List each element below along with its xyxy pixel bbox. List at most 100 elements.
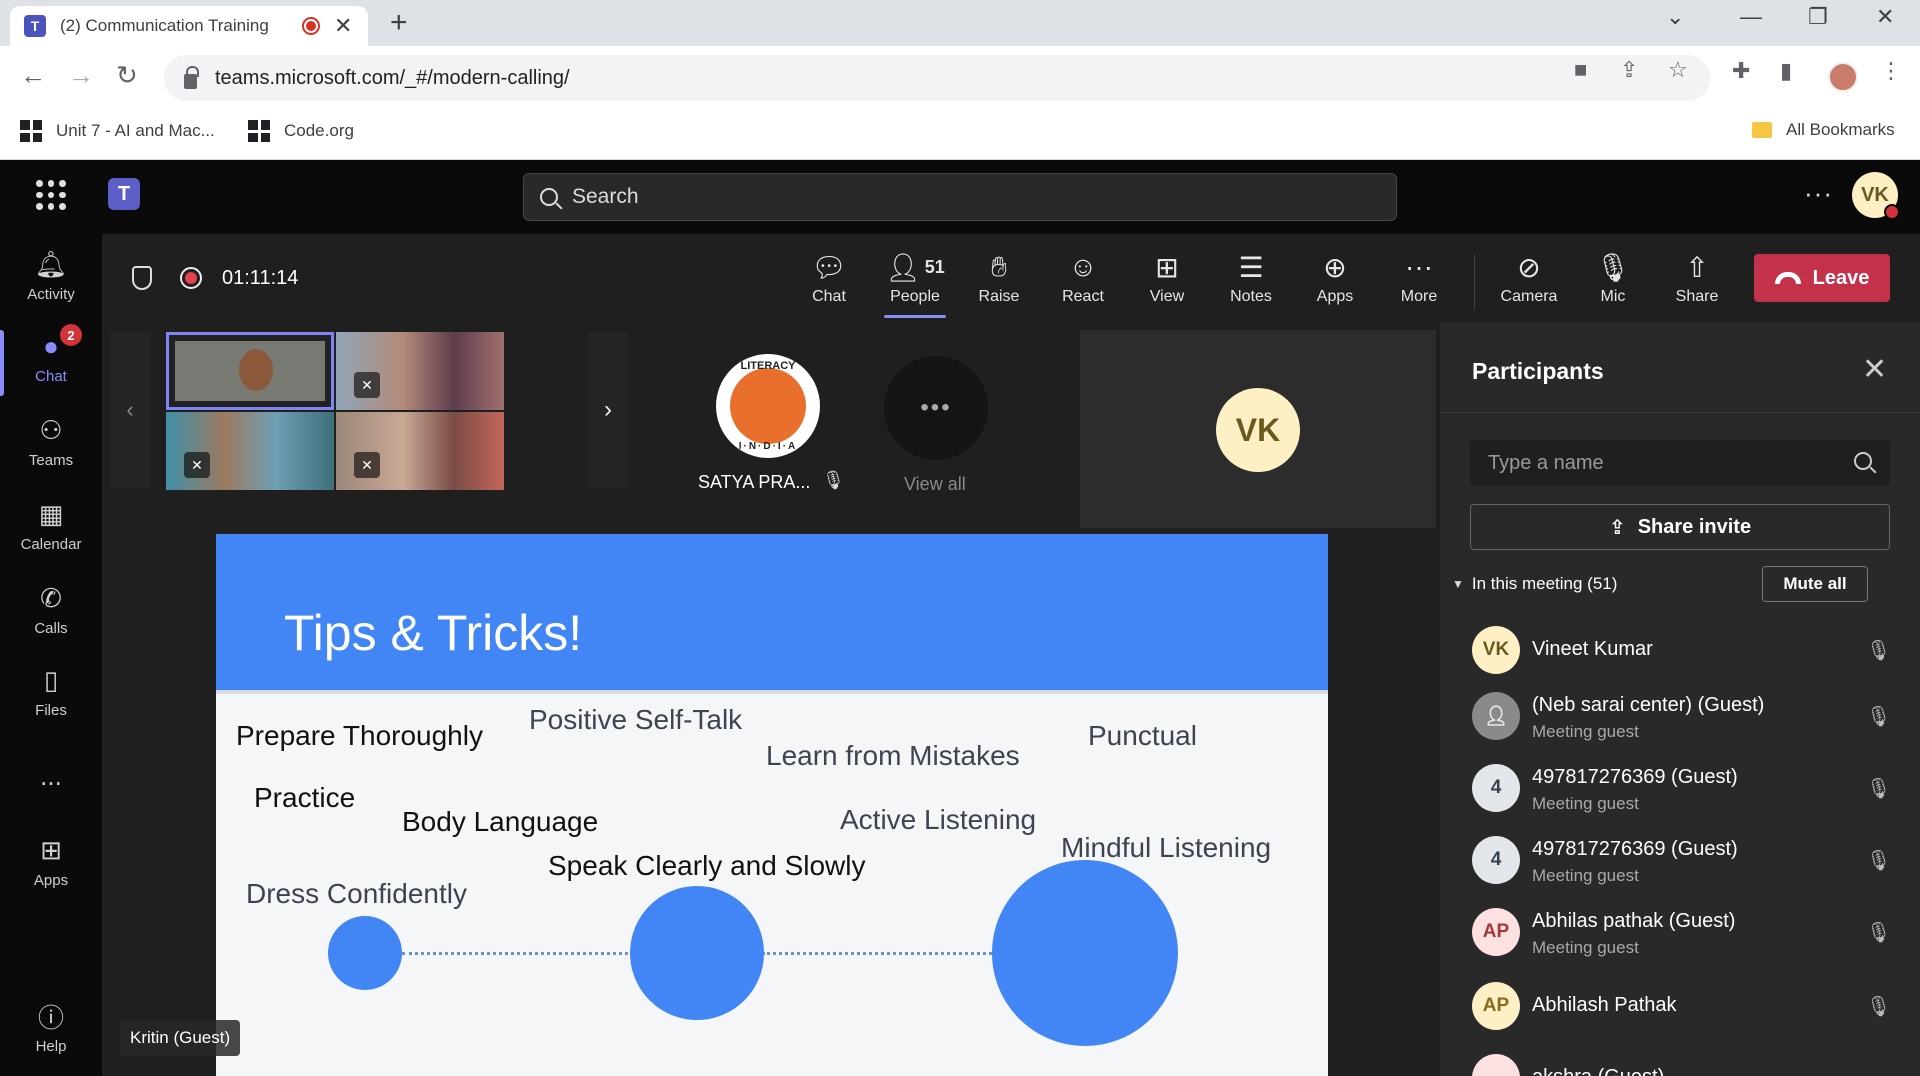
participant-row[interactable]: 4 497817276369 (Guest) Meeting guest 🎙︎ <box>1470 756 1891 820</box>
in-meeting-section-toggle[interactable]: ▼ In this meeting (51) <box>1452 574 1617 594</box>
rail-apps[interactable]: ⊞ Apps <box>0 834 102 914</box>
bookmark-star-icon[interactable]: ☆ <box>1668 57 1688 83</box>
toolbar-camera-button[interactable]: ⊘ Camera <box>1488 248 1570 318</box>
participant-row[interactable]: akshra (Guest) <box>1470 1046 1890 1076</box>
minimize-icon[interactable]: — <box>1740 4 1762 30</box>
tab-search-icon[interactable]: ⌄ <box>1666 4 1684 30</box>
leave-label: Leave <box>1812 266 1870 289</box>
video-tile[interactable] <box>166 332 334 410</box>
view-all-button[interactable]: ••• <box>884 356 988 460</box>
share-page-icon[interactable]: ⇪ <box>1620 57 1638 83</box>
participant-name: (Neb sarai center) (Guest) <box>1532 694 1765 716</box>
toolbar-share-button[interactable]: ⇧ Share <box>1656 248 1738 318</box>
search-input[interactable]: Search <box>523 173 1397 221</box>
video-tile[interactable]: ✕ <box>336 332 504 410</box>
participant-role: Meeting guest <box>1532 794 1639 813</box>
all-bookmarks[interactable]: All Bookmarks <box>1752 120 1895 140</box>
rail-calendar[interactable]: ▦ Calendar <box>0 498 102 578</box>
gallery-next-button[interactable]: › <box>588 332 628 488</box>
camera-blocked-icon[interactable]: ■ <box>1574 57 1587 83</box>
participant-row[interactable]: 👤︎ (Neb sarai center) (Guest) Meeting gu… <box>1470 684 1891 748</box>
omnibox[interactable]: teams.microsoft.com/_#/modern-calling/ <box>164 55 1710 101</box>
rail-files[interactable]: ▯ Files <box>0 664 102 744</box>
meeting-info-shield-icon[interactable] <box>132 266 152 290</box>
toolbar-more-button[interactable]: ··· More <box>1378 248 1460 318</box>
tab-close-icon[interactable]: ✕ <box>334 13 352 39</box>
mute-all-button[interactable]: Mute all <box>1762 566 1868 602</box>
rail-help[interactable]: ⓘ Help <box>0 1000 102 1076</box>
slide-word: Body Language <box>402 806 599 837</box>
chat-badge: 2 <box>60 324 82 346</box>
video-tile[interactable]: ✕ <box>336 412 504 490</box>
address-bar-row: ← → ↻ teams.microsoft.com/_#/modern-call… <box>0 46 1920 110</box>
participant-search-placeholder: Type a name <box>1488 451 1604 474</box>
lock-icon <box>184 65 199 89</box>
toolbar-raise-button[interactable]: ✋︎ Raise <box>958 248 1040 318</box>
side-panel-icon[interactable]: ▮ <box>1780 58 1792 84</box>
participant-name: 497817276369 (Guest) <box>1532 766 1738 788</box>
app-launcher-icon[interactable] <box>36 180 66 210</box>
rail-activity[interactable]: 🔔︎ Activity <box>0 248 102 328</box>
rail-teams[interactable]: ⚇ Teams <box>0 414 102 494</box>
mic-muted-icon[interactable]: 🎙︎ <box>1866 638 1891 663</box>
rail-calls[interactable]: ✆ Calls <box>0 582 102 662</box>
toolbar-people-button[interactable]: 👤︎ 51 People <box>874 248 956 318</box>
slide-word: Positive Self-Talk <box>529 704 743 735</box>
toolbar-notes-button[interactable]: ☰ Notes <box>1210 248 1292 318</box>
reload-icon[interactable]: ↻ <box>116 60 138 91</box>
back-icon[interactable]: ← <box>20 60 46 91</box>
gallery-prev-button[interactable]: ‹ <box>110 332 150 488</box>
participant-row[interactable]: AP Abhilash Pathak 🎙︎ <box>1470 974 1891 1038</box>
participant-row[interactable]: 4 497817276369 (Guest) Meeting guest 🎙︎ <box>1470 828 1891 892</box>
apps-icon: ⊞ <box>40 834 62 865</box>
logo-emblem <box>730 368 806 444</box>
extensions-icon[interactable]: ✚ <box>1732 58 1750 84</box>
self-video-tile[interactable]: VK <box>1080 330 1436 528</box>
settings-more-icon[interactable]: ··· <box>1804 178 1833 209</box>
grid-bookmark-icon <box>20 120 42 142</box>
panel-close-icon[interactable]: ✕ <box>1862 352 1887 387</box>
rail-label: Files <box>35 702 67 719</box>
toolbar-divider <box>1474 254 1475 310</box>
notes-icon: ☰ <box>1238 251 1264 283</box>
participant-row[interactable]: AP Abhilas pathak (Guest) Meeting guest … <box>1470 900 1891 964</box>
participant-search-input[interactable]: Type a name <box>1470 440 1890 486</box>
participant-row[interactable]: VK Vineet Kumar 🎙︎ <box>1470 618 1891 682</box>
dotted-connector <box>402 952 628 955</box>
share-invite-button[interactable]: ⇪ Share invite <box>1470 504 1890 550</box>
caret-down-icon: ▼ <box>1452 577 1464 591</box>
video-tile[interactable]: ✕ <box>166 412 334 490</box>
smiley-icon: ☺ <box>1068 251 1098 282</box>
toolbar-view-button[interactable]: ⊞ View <box>1126 248 1208 318</box>
mic-muted-icon[interactable]: 🎙︎ <box>1866 920 1891 945</box>
rail-chat[interactable]: ● 2 Chat <box>0 324 102 410</box>
mic-muted-icon[interactable]: 🎙︎ <box>1866 704 1891 729</box>
bookmark-codeorg[interactable]: Code.org <box>248 120 354 142</box>
mic-muted-icon[interactable]: 🎙︎ <box>1866 848 1891 873</box>
slide-header: Tips & Tricks! <box>216 534 1328 694</box>
toolbar-chat-button[interactable]: 💬︎ Chat <box>788 248 870 318</box>
satya-avatar-logo[interactable]: LITERACY I·N·D·I·A <box>716 354 820 458</box>
toolbar-label: Mic <box>1600 288 1626 305</box>
mic-muted-icon[interactable]: 🎙︎ <box>1866 776 1891 801</box>
forward-icon[interactable]: → <box>68 60 94 91</box>
new-tab-button[interactable]: + <box>390 6 408 40</box>
browser-tab[interactable]: T (2) Communication Training ✕ <box>10 6 368 46</box>
toolbar-label: React <box>1062 288 1104 305</box>
restore-icon[interactable]: ❐ <box>1808 4 1828 30</box>
profile-avatar[interactable]: VK <box>1852 172 1900 220</box>
mic-muted-icon[interactable]: 🎙︎ <box>1866 994 1891 1019</box>
window-close-icon[interactable]: ✕ <box>1876 4 1894 30</box>
toolbar-apps-button[interactable]: ⊕ Apps <box>1294 248 1376 318</box>
leave-button[interactable]: Leave <box>1754 254 1890 302</box>
browser-menu-icon[interactable]: ⋮ <box>1880 58 1902 84</box>
bookmark-unit7[interactable]: Unit 7 - AI and Mac... <box>20 120 215 142</box>
toolbar-react-button[interactable]: ☺ React <box>1042 248 1124 318</box>
browser-profile-avatar[interactable] <box>1828 62 1858 92</box>
participant-name: akshra (Guest) <box>1532 1066 1664 1076</box>
grid-bookmark-icon <box>248 120 270 142</box>
rail-more[interactable]: ... <box>0 760 102 840</box>
participant-name: Abhilas pathak (Guest) <box>1532 910 1736 932</box>
toolbar-mic-button[interactable]: 🎙︎ Mic <box>1572 248 1654 318</box>
people-icon: 👤︎ 51 <box>885 251 945 283</box>
